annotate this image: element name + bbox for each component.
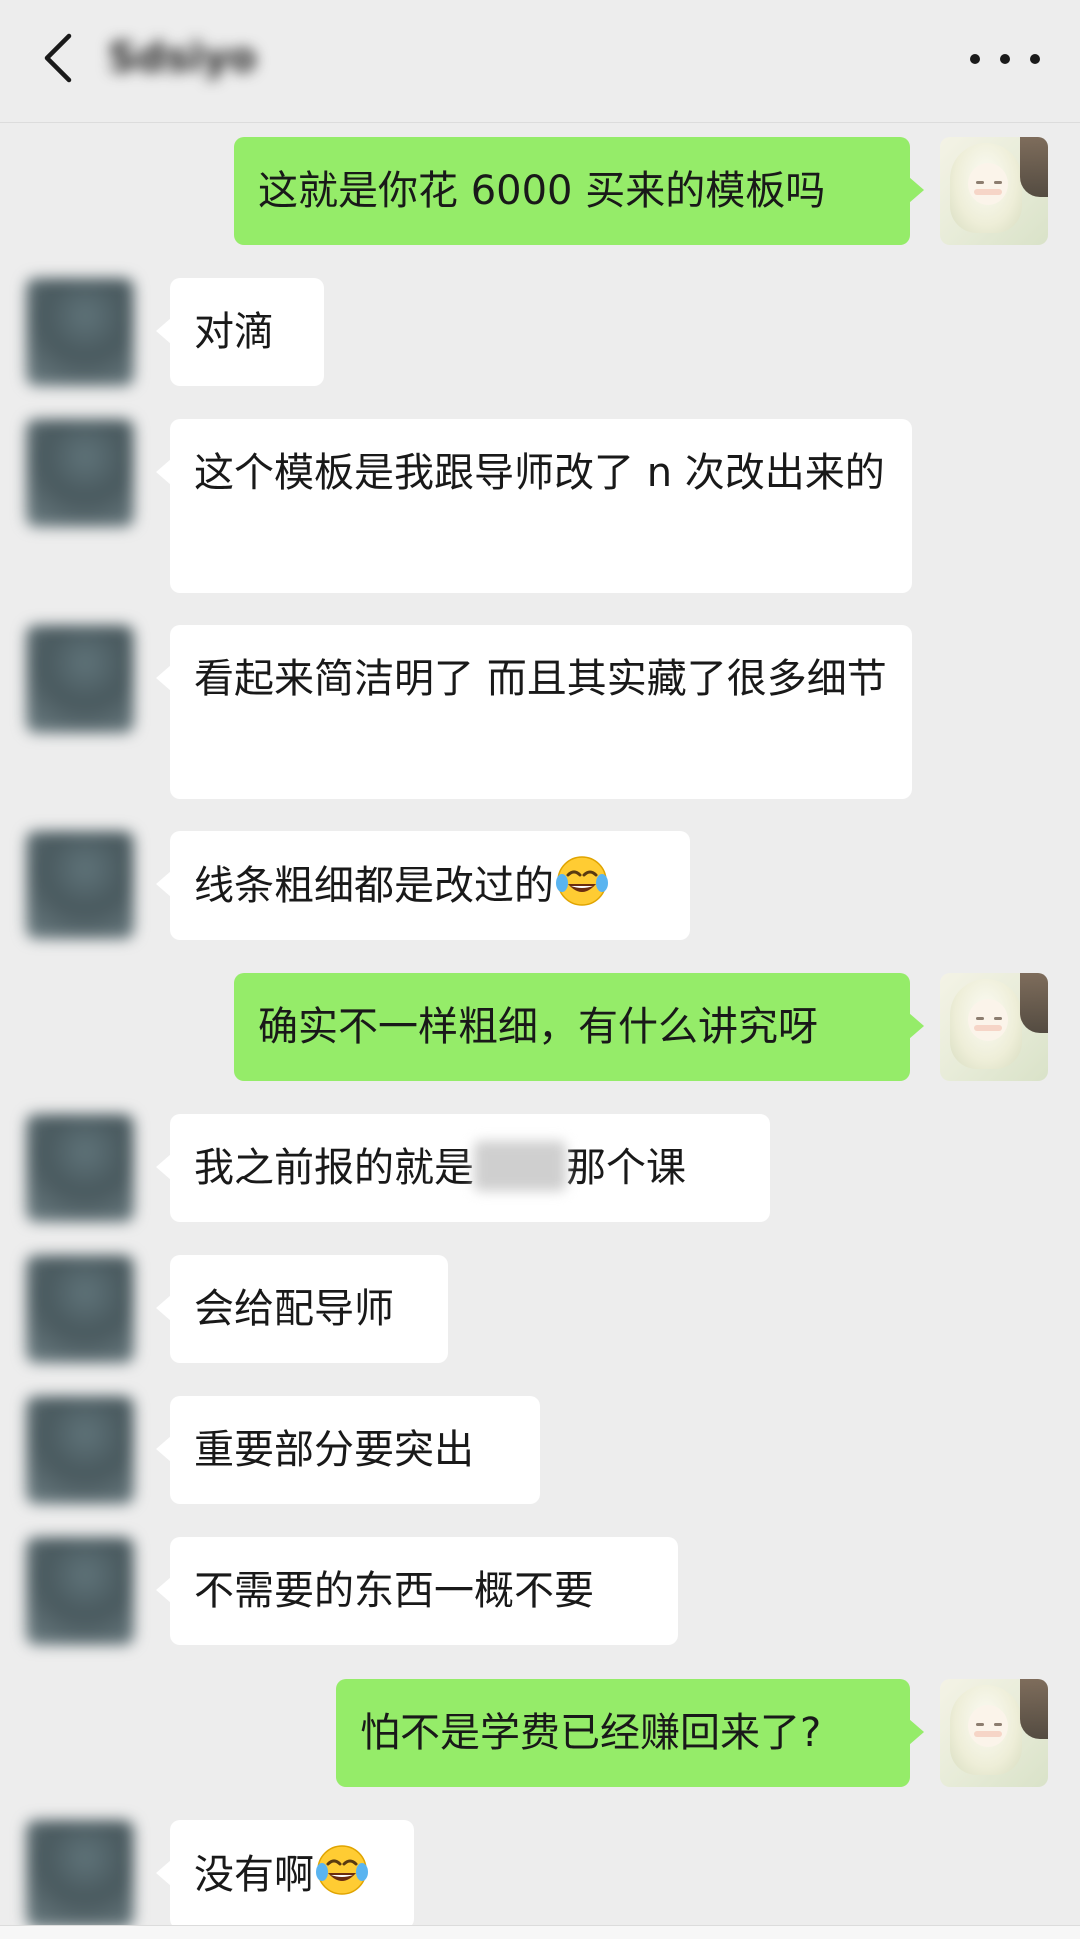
message-text: 重要部分要突出 [194, 1427, 474, 1473]
contact-avatar[interactable] [26, 1820, 134, 1928]
message-row-received: 不需要的东西一概不要 [0, 1537, 1080, 1645]
message-text: 会给配导师 [194, 1286, 394, 1332]
message-text: 确实不一样粗细，有什么讲究呀 [258, 1004, 818, 1050]
message-text: 怕不是学费已经赚回来了? [360, 1710, 822, 1756]
message-list[interactable]: 这就是你花 6000 买来的模板吗对滴这个模板是我跟导师改了 n 次改出来的 看起… [0, 123, 1080, 1938]
more-horizontal-icon [970, 54, 980, 64]
message-bubble[interactable]: 我之前报的就是 那个课 [156, 1114, 770, 1222]
message-text: 这就是你花 6000 买来的模板吗 [258, 168, 826, 214]
message-bubble[interactable]: 这个模板是我跟导师改了 n 次改出来的 [156, 419, 912, 593]
message-text: 我之前报的就是 [194, 1145, 474, 1191]
message-row-sent: 这就是你花 6000 买来的模板吗 [0, 137, 1080, 245]
contact-avatar[interactable] [26, 1255, 134, 1363]
message-bubble[interactable]: 重要部分要突出 [156, 1396, 540, 1504]
message-row-received: 对滴 [0, 278, 1080, 386]
message-bubble[interactable]: 会给配导师 [156, 1255, 448, 1363]
tears-of-joy-emoji-icon [556, 856, 608, 906]
message-text: 线条粗细都是改过的 [194, 863, 554, 909]
redacted-text [474, 1141, 566, 1191]
message-row-received: 这个模板是我跟导师改了 n 次改出来的 [0, 419, 1080, 593]
message-bubble[interactable]: 线条粗细都是改过的 [156, 831, 690, 940]
message-bubble[interactable]: 怕不是学费已经赚回来了? [336, 1679, 924, 1787]
contact-avatar[interactable] [26, 831, 134, 939]
message-text: 不需要的东西一概不要 [194, 1568, 594, 1614]
message-row-sent: 怕不是学费已经赚回来了? [0, 1679, 1080, 1787]
message-bubble[interactable]: 不需要的东西一概不要 [156, 1537, 678, 1645]
message-text: 那个课 [566, 1145, 686, 1191]
more-options-button[interactable] [970, 34, 1040, 84]
message-bubble[interactable]: 对滴 [156, 278, 324, 386]
chevron-left-icon [44, 33, 72, 83]
message-row-received: 我之前报的就是 那个课 [0, 1114, 1080, 1222]
chat-title: Sdsiyo [108, 35, 257, 81]
message-text: 这个模板是我跟导师改了 n 次改出来的 [194, 450, 885, 496]
message-row-received: 没有啊 [0, 1820, 1080, 1929]
message-row-received: 线条粗细都是改过的 [0, 831, 1080, 940]
message-row-received: 看起来简洁明了 而且其实藏了很多细节 [0, 625, 1080, 799]
self-avatar[interactable] [940, 973, 1048, 1081]
message-text: 没有啊 [194, 1852, 314, 1898]
contact-avatar[interactable] [26, 625, 134, 733]
self-avatar[interactable] [940, 1679, 1048, 1787]
message-row-received: 重要部分要突出 [0, 1396, 1080, 1504]
contact-avatar[interactable] [26, 1396, 134, 1504]
input-bar-edge [0, 1925, 1080, 1939]
chat-header: Sdsiyo [0, 0, 1080, 123]
message-bubble[interactable]: 这就是你花 6000 买来的模板吗 [234, 137, 924, 245]
message-bubble[interactable]: 确实不一样粗细，有什么讲究呀 [234, 973, 924, 1081]
message-bubble[interactable]: 没有啊 [156, 1820, 414, 1929]
message-text: 对滴 [194, 309, 274, 355]
message-row-received: 会给配导师 [0, 1255, 1080, 1363]
contact-avatar[interactable] [26, 419, 134, 527]
back-button[interactable] [30, 26, 86, 90]
contact-avatar[interactable] [26, 1537, 134, 1645]
contact-avatar[interactable] [26, 278, 134, 386]
tears-of-joy-emoji-icon [316, 1845, 368, 1895]
self-avatar[interactable] [940, 137, 1048, 245]
more-horizontal-icon [1030, 54, 1040, 64]
contact-avatar[interactable] [26, 1114, 134, 1222]
more-horizontal-icon [1000, 54, 1010, 64]
message-row-sent: 确实不一样粗细，有什么讲究呀 [0, 973, 1080, 1081]
message-text: 看起来简洁明了 而且其实藏了很多细节 [194, 656, 887, 702]
message-bubble[interactable]: 看起来简洁明了 而且其实藏了很多细节 [156, 625, 912, 799]
